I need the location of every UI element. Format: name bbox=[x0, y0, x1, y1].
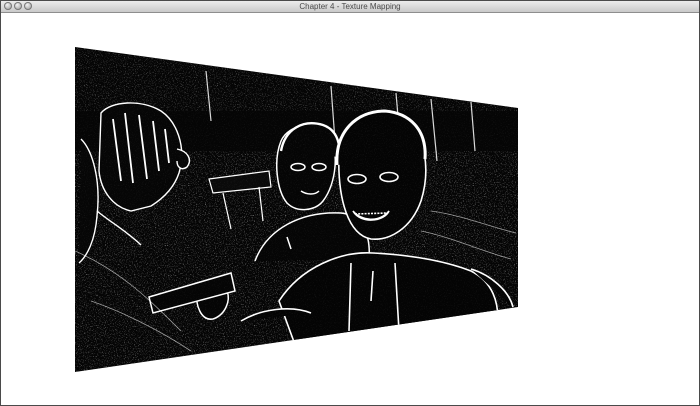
texture-quad bbox=[75, 47, 518, 372]
render-canvas[interactable] bbox=[1, 13, 699, 405]
titlebar[interactable]: Chapter 4 - Texture Mapping bbox=[1, 1, 699, 13]
app-window: Chapter 4 - Texture Mapping bbox=[0, 0, 700, 406]
window-title: Chapter 4 - Texture Mapping bbox=[299, 2, 401, 11]
texture-viewport bbox=[75, 47, 518, 372]
